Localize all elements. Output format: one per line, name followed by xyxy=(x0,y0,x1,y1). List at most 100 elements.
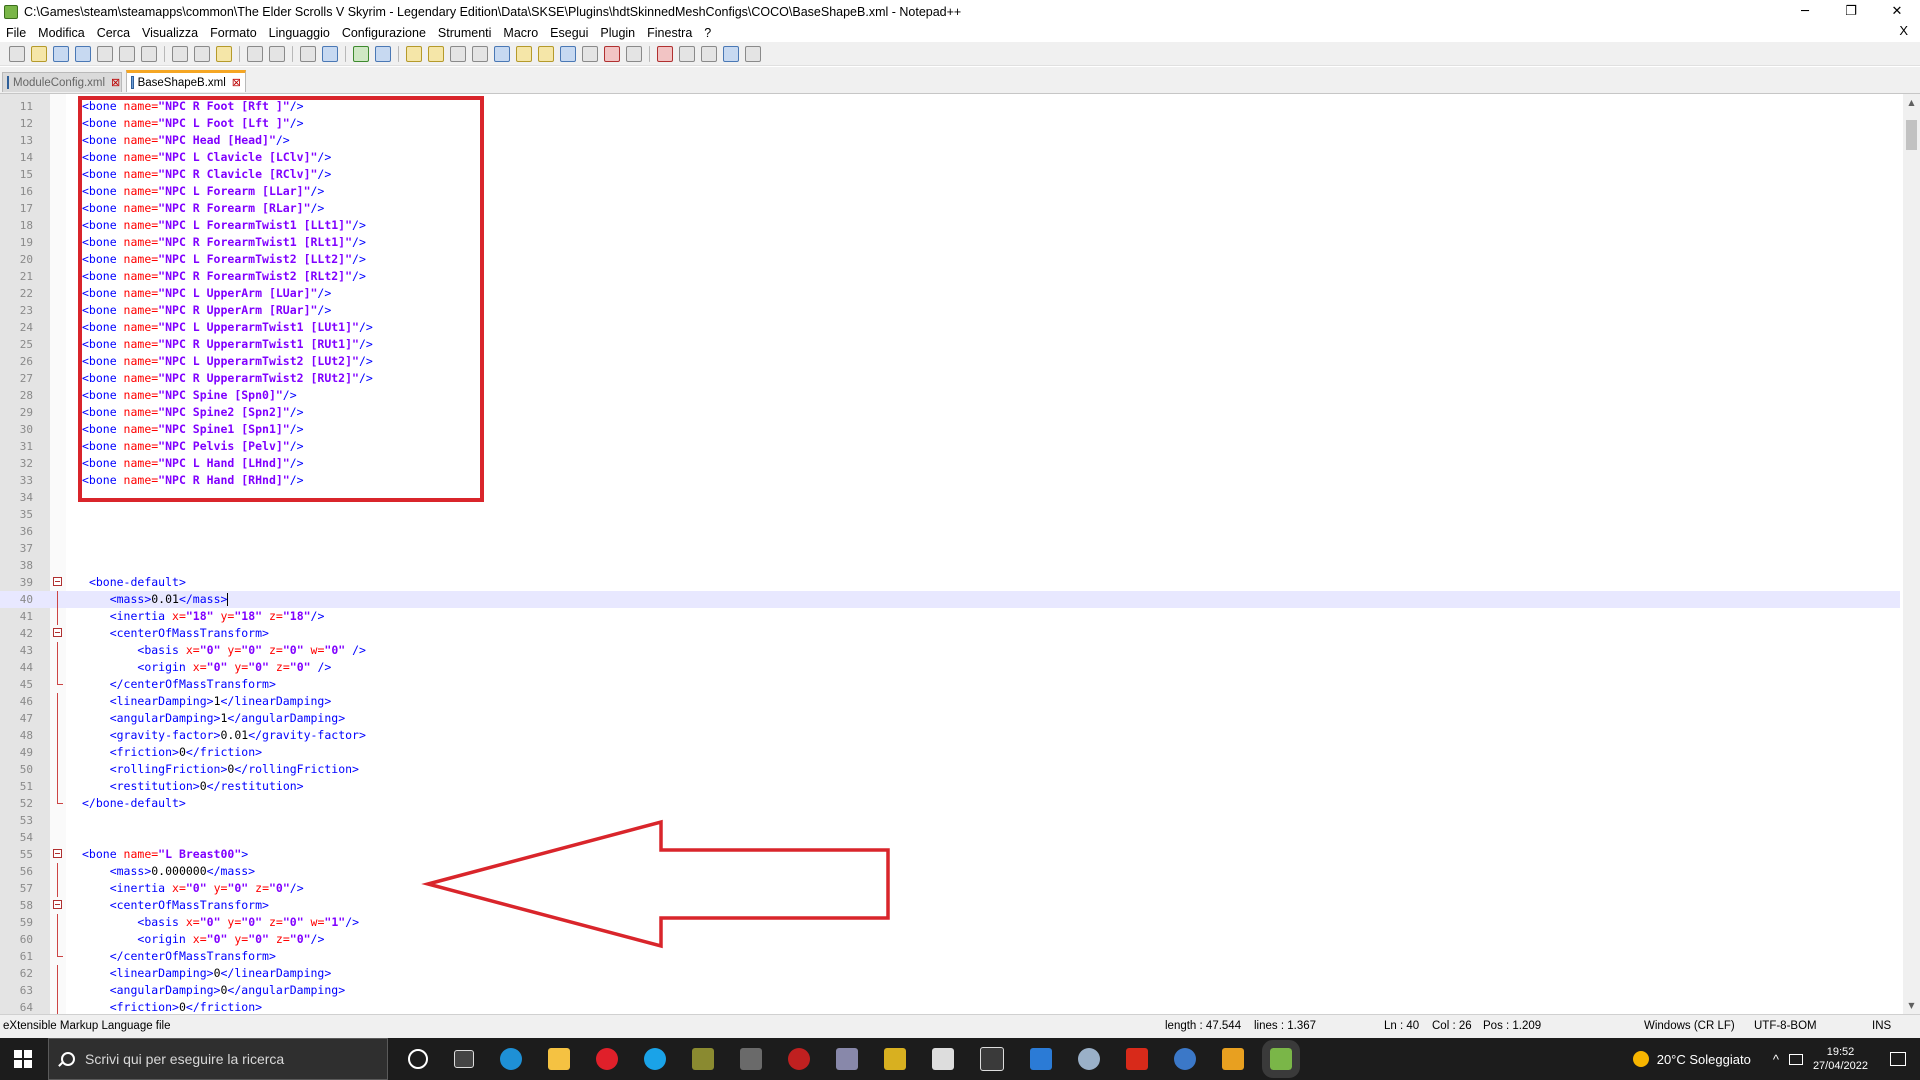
code-line[interactable]: 37 xyxy=(0,540,1900,557)
sync-horizontal-icon[interactable] xyxy=(428,45,444,62)
open-file-icon[interactable] xyxy=(31,45,47,62)
record-macro-icon[interactable] xyxy=(657,45,673,62)
app-icon[interactable] xyxy=(692,1048,714,1070)
app-icon[interactable] xyxy=(980,1047,1004,1071)
taskbar-search[interactable]: Scrivi qui per eseguire la ricerca xyxy=(48,1038,388,1080)
app-icon[interactable] xyxy=(788,1048,810,1070)
copy-icon[interactable] xyxy=(194,45,210,62)
close-button[interactable]: ✕ xyxy=(1874,0,1920,23)
menu-formato[interactable]: Formato xyxy=(204,26,263,40)
scroll-up-icon[interactable]: ▲ xyxy=(1903,94,1920,111)
code-line[interactable]: 50 <rollingFriction>0</rollingFriction> xyxy=(0,761,1900,778)
opera-icon[interactable] xyxy=(596,1048,618,1070)
new-file-icon[interactable] xyxy=(9,45,25,62)
function-list-icon[interactable] xyxy=(560,45,576,62)
replace-icon[interactable] xyxy=(322,45,338,62)
weather-text[interactable]: 20°C Soleggiato xyxy=(1657,1052,1751,1067)
code-line[interactable]: 44 <origin x="0" y="0" z="0" /> xyxy=(0,659,1900,676)
tab-moduleconfig[interactable]: ModuleConfig.xml ⊠ xyxy=(2,72,122,92)
folder-workspace-icon[interactable] xyxy=(582,45,598,62)
code-line[interactable]: 38 xyxy=(0,557,1900,574)
word-wrap-icon[interactable] xyxy=(450,45,466,62)
app-icon[interactable] xyxy=(1222,1048,1244,1070)
menu-configurazione[interactable]: Configurazione xyxy=(336,26,432,40)
app-icon[interactable] xyxy=(1030,1048,1052,1070)
find-icon[interactable] xyxy=(300,45,316,62)
code-line[interactable]: 48 <gravity-factor>0.01</gravity-factor> xyxy=(0,727,1900,744)
code-line[interactable]: 39 <bone-default> xyxy=(0,574,1900,591)
notification-icon[interactable] xyxy=(1890,1052,1906,1066)
undo-icon[interactable] xyxy=(247,45,263,62)
task-view-icon[interactable] xyxy=(454,1050,474,1068)
code-line[interactable]: 51 <restitution>0</restitution> xyxy=(0,778,1900,795)
app-icon[interactable] xyxy=(836,1048,858,1070)
monitoring-icon[interactable] xyxy=(604,45,620,62)
zoom-out-icon[interactable] xyxy=(375,45,391,62)
app-icon[interactable] xyxy=(1174,1048,1196,1070)
menu-macro[interactable]: Macro xyxy=(497,26,544,40)
skype-icon[interactable] xyxy=(644,1048,666,1070)
redo-icon[interactable] xyxy=(269,45,285,62)
code-line[interactable]: 58 <centerOfMassTransform> xyxy=(0,897,1900,914)
app-icon[interactable] xyxy=(932,1048,954,1070)
menu-modifica[interactable]: Modifica xyxy=(32,26,91,40)
scroll-thumb[interactable] xyxy=(1906,120,1917,150)
cut-icon[interactable] xyxy=(172,45,188,62)
tab-close-icon[interactable]: ⊠ xyxy=(111,76,120,89)
fold-toggle-icon[interactable] xyxy=(53,628,62,637)
code-line[interactable]: 57 <inertia x="0" y="0" z="0"/> xyxy=(0,880,1900,897)
windows-start-icon[interactable] xyxy=(14,1050,32,1068)
menu-finestra[interactable]: Finestra xyxy=(641,26,698,40)
code-line[interactable]: 62 <linearDamping>0</linearDamping> xyxy=(0,965,1900,982)
code-line[interactable]: 59 <basis x="0" y="0" z="0" w="1"/> xyxy=(0,914,1900,931)
code-line[interactable]: 53 xyxy=(0,812,1900,829)
network-icon[interactable] xyxy=(1788,1053,1803,1065)
fold-toggle-icon[interactable] xyxy=(53,849,62,858)
fold-toggle-icon[interactable] xyxy=(53,900,62,909)
code-line[interactable]: 36 xyxy=(0,523,1900,540)
code-line[interactable]: 63 <angularDamping>0</angularDamping> xyxy=(0,982,1900,999)
code-line[interactable]: 45 </centerOfMassTransform> xyxy=(0,676,1900,693)
file-explorer-icon[interactable] xyxy=(548,1048,570,1070)
code-line[interactable]: 55 <bone name="L Breast00"> xyxy=(0,846,1900,863)
sync-vertical-icon[interactable] xyxy=(406,45,422,62)
paste-icon[interactable] xyxy=(216,45,232,62)
code-line[interactable]: 35 xyxy=(0,506,1900,523)
menu-esegui[interactable]: Esegui xyxy=(544,26,594,40)
code-line[interactable]: 47 <angularDamping>1</angularDamping> xyxy=(0,710,1900,727)
code-line[interactable]: 40 <mass>0.01</mass> xyxy=(0,591,1900,608)
code-line[interactable]: 61 </centerOfMassTransform> xyxy=(0,948,1900,965)
app-icon[interactable] xyxy=(1126,1048,1148,1070)
close-file-icon[interactable] xyxy=(97,45,113,62)
tab-close-icon[interactable]: ⊠ xyxy=(232,76,241,89)
notepadpp-taskbar-icon[interactable] xyxy=(1262,1040,1300,1078)
code-line[interactable]: 43 <basis x="0" y="0" z="0" w="0" /> xyxy=(0,642,1900,659)
scroll-down-icon[interactable]: ▼ xyxy=(1903,997,1920,1014)
menu-strumenti[interactable]: Strumenti xyxy=(432,26,498,40)
menu-visualizza[interactable]: Visualizza xyxy=(136,26,204,40)
save-macro-icon[interactable] xyxy=(745,45,761,62)
play-macro-icon[interactable] xyxy=(701,45,717,62)
user-language-icon[interactable] xyxy=(516,45,532,62)
code-line[interactable]: 52 </bone-default> xyxy=(0,795,1900,812)
code-line[interactable]: 49 <friction>0</friction> xyxy=(0,744,1900,761)
eye-icon[interactable] xyxy=(626,45,642,62)
code-line[interactable]: 41 <inertia x="18" y="18" z="18"/> xyxy=(0,608,1900,625)
menu-cerca[interactable]: Cerca xyxy=(91,26,136,40)
vertical-scrollbar[interactable]: ▲ ▼ xyxy=(1903,94,1920,1014)
code-line[interactable]: 64 <friction>0</friction> xyxy=(0,999,1900,1014)
menu-linguaggio[interactable]: Linguaggio xyxy=(263,26,336,40)
code-line[interactable]: 56 <mass>0.000000</mass> xyxy=(0,863,1900,880)
clock[interactable]: 19:52 27/04/2022 xyxy=(1813,1045,1868,1073)
edge-icon[interactable] xyxy=(500,1048,522,1070)
menu-help[interactable]: ? xyxy=(698,26,717,40)
fold-toggle-icon[interactable] xyxy=(53,577,62,586)
restore-button[interactable]: ❐ xyxy=(1828,0,1874,23)
menu-file[interactable]: File xyxy=(0,26,32,40)
stop-macro-icon[interactable] xyxy=(679,45,695,62)
save-all-icon[interactable] xyxy=(75,45,91,62)
close-document-button[interactable]: X xyxy=(1893,23,1914,38)
app-icon[interactable] xyxy=(740,1048,762,1070)
code-line[interactable]: 60 <origin x="0" y="0" z="0"/> xyxy=(0,931,1900,948)
menu-plugin[interactable]: Plugin xyxy=(594,26,641,40)
